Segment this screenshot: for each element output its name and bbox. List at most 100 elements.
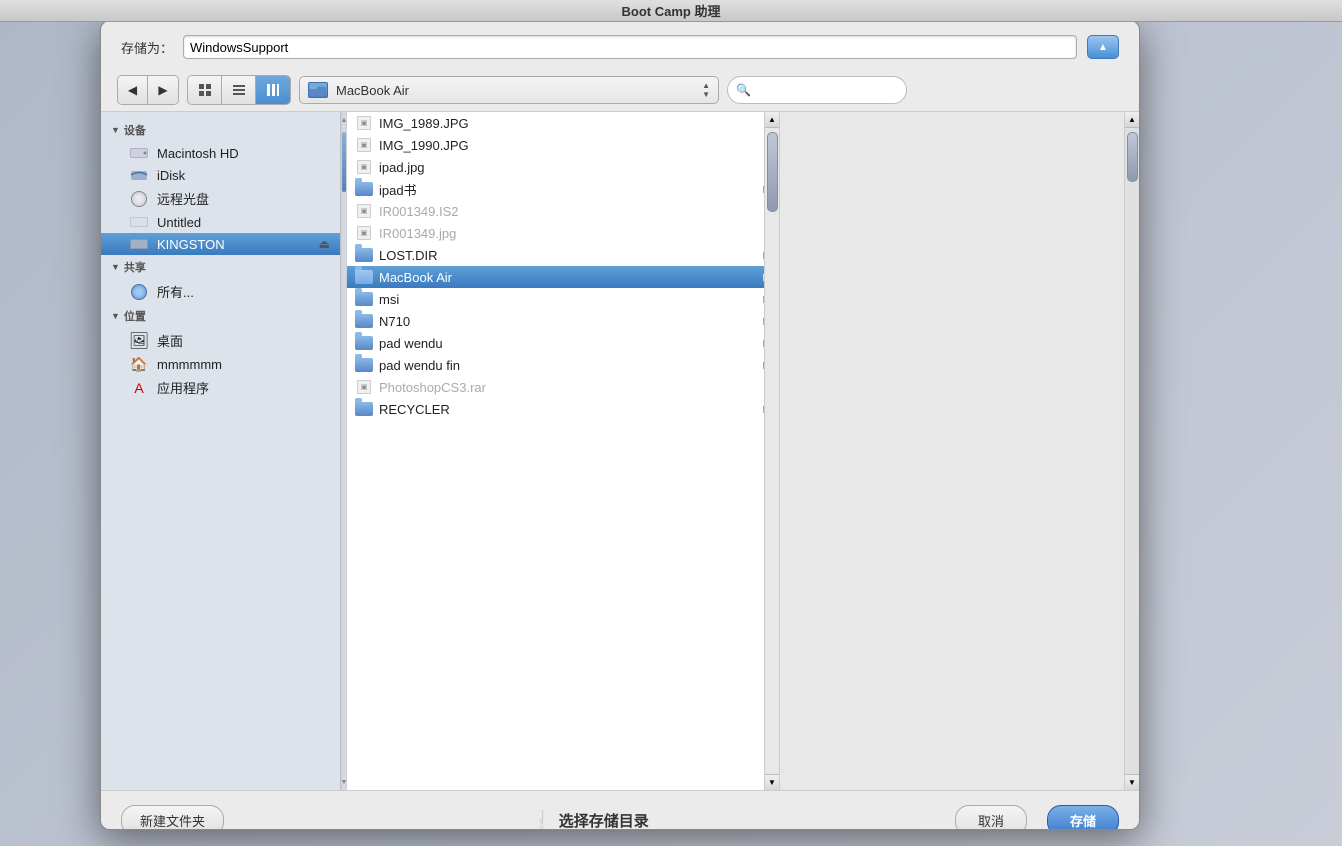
file-list-scrollbar: ▲ ▼ <box>764 112 779 790</box>
scroll-up-button[interactable]: ▲ <box>765 112 780 128</box>
expand-button[interactable]: ▲ <box>1087 35 1119 59</box>
icon-view-button[interactable] <box>188 76 222 104</box>
sidebar-item-apps-label: 应用程序 <box>157 378 209 397</box>
image-icon: ▣ <box>355 226 373 240</box>
scroll-thumb[interactable] <box>767 132 778 212</box>
sidebar-scroll-thumb[interactable] <box>342 132 346 192</box>
right-scroll-thumb[interactable] <box>1127 132 1138 182</box>
file-item-photoshop-rar[interactable]: ▣ PhotoshopCS3.rar <box>347 376 779 398</box>
app-title: Boot Camp 助理 <box>622 1 721 20</box>
right-scroll-down[interactable]: ▼ <box>1125 774 1140 790</box>
navigation-buttons: ◀ ▶ <box>117 75 179 105</box>
file-item-pad-wendu-fin[interactable]: pad wendu fin ▶ <box>347 354 779 376</box>
sidebar-item-idisk-label: iDisk <box>157 168 185 183</box>
file-item-ir001349-is2[interactable]: ▣ IR001349.IS2 <box>347 200 779 222</box>
file-item-ir001349-jpg[interactable]: ▣ IR001349.jpg <box>347 222 779 244</box>
cancel-button[interactable]: 取消 <box>955 805 1027 830</box>
sidebar-item-home[interactable]: 🏠 mmmmmm <box>101 353 340 375</box>
file-name-ir001349-is2: IR001349.IS2 <box>379 204 771 219</box>
file-item-lost-dir[interactable]: LOST.DIR ▶ <box>347 244 779 266</box>
sidebar-item-all[interactable]: 所有... <box>101 279 340 304</box>
file-icon: ▣ <box>355 380 373 394</box>
triangle-icon-devices: ▼ <box>111 125 120 135</box>
file-name-n710: N710 <box>379 314 757 329</box>
save-as-row: 存储为： ▲ <box>101 21 1139 69</box>
new-folder-button[interactable]: 新建文件夹 <box>121 805 224 830</box>
sidebar-section-shared: ▼ 共享 <box>101 255 340 279</box>
sidebar-item-remote-disk[interactable]: 远程光盘 <box>101 186 340 211</box>
search-box[interactable]: 🔍 <box>727 76 907 104</box>
title-bar: Boot Camp 助理 <box>0 0 1342 22</box>
forward-button[interactable]: ▶ <box>148 76 178 104</box>
bottom-bar: 新建文件夹 ❕ 选择存储目录 取消 存储 <box>101 790 1139 830</box>
triangle-icon-shared: ▼ <box>111 262 120 272</box>
sidebar-item-desktop[interactable]: 🖼 桌面 <box>101 328 340 353</box>
sidebar-section-devices-label: 设备 <box>124 122 146 138</box>
folder-icon <box>355 314 373 328</box>
location-arrows-icon: ▲ ▼ <box>702 82 710 99</box>
sidebar-item-untitled-label: Untitled <box>157 215 201 230</box>
file-item-recycler[interactable]: RECYCLER ▶ <box>347 398 779 420</box>
scroll-down-button[interactable]: ▼ <box>765 774 780 790</box>
file-item-img1989[interactable]: ▣ IMG_1989.JPG <box>347 112 779 134</box>
main-content: ▼ 设备 Macintosh HD iDisk 远程光盘 <box>101 112 1139 790</box>
file-item-n710[interactable]: N710 ▶ <box>347 310 779 332</box>
sidebar-item-desktop-label: 桌面 <box>157 331 183 350</box>
warning-message: ❕ 选择存储目录 <box>244 810 935 830</box>
right-panel-scrollbar: ▲ ▼ <box>1124 112 1139 790</box>
file-name-img1989: IMG_1989.JPG <box>379 116 771 131</box>
triangle-icon-places: ▼ <box>111 311 120 321</box>
save-button[interactable]: 存储 <box>1047 805 1119 830</box>
file-name-pad-wendu: pad wendu <box>379 336 757 351</box>
file-name-lost-dir: LOST.DIR <box>379 248 757 263</box>
file-name-ipad-jpg: ipad.jpg <box>379 160 771 175</box>
file-list[interactable]: ▣ IMG_1989.JPG ▣ IMG_1990.JPG ▣ ipad.jpg… <box>347 112 779 790</box>
location-label: MacBook Air <box>336 83 694 98</box>
file-item-msi[interactable]: msi ▶ <box>347 288 779 310</box>
back-button[interactable]: ◀ <box>118 76 148 104</box>
desktop-icon: 🖼 <box>129 333 149 349</box>
column-view-button[interactable] <box>256 76 290 104</box>
file-item-ipad-folder[interactable]: ipad书 ▶ <box>347 178 779 200</box>
right-scroll-up[interactable]: ▲ <box>1125 112 1140 128</box>
hd-icon <box>129 145 149 161</box>
file-item-macbook-air[interactable]: MacBook Air ▶ <box>347 266 779 288</box>
sidebar-section-devices: ▼ 设备 <box>101 118 340 142</box>
file-name-macbook-air: MacBook Air <box>379 270 757 285</box>
save-as-label: 存储为： <box>121 38 173 57</box>
warning-text: 选择存储目录 <box>559 810 649 830</box>
sidebar-section-shared-label: 共享 <box>124 259 146 275</box>
sidebar-item-macintosh-hd[interactable]: Macintosh HD <box>101 142 340 164</box>
file-item-img1990[interactable]: ▣ IMG_1990.JPG <box>347 134 779 156</box>
eject-icon[interactable]: ⏏ <box>319 237 330 251</box>
sidebar-item-kingston[interactable]: KINGSTON ⏏ <box>101 233 340 255</box>
file-name-photoshop-rar: PhotoshopCS3.rar <box>379 380 771 395</box>
image-icon: ▣ <box>355 160 373 174</box>
untitled-drive-icon <box>129 214 149 230</box>
folder-icon <box>355 358 373 372</box>
location-folder-icon <box>308 82 328 98</box>
file-name-ipad-folder: ipad书 <box>379 180 757 199</box>
idisk-icon <box>129 167 149 183</box>
cd-icon <box>129 191 149 207</box>
folder-icon <box>355 182 373 196</box>
home-icon: 🏠 <box>129 356 149 372</box>
sidebar-item-home-label: mmmmmm <box>157 357 222 372</box>
sidebar: ▼ 设备 Macintosh HD iDisk 远程光盘 <box>101 112 341 790</box>
dialog-window: 存储为： ▲ ◀ ▶ <box>100 20 1140 830</box>
file-name-img1990: IMG_1990.JPG <box>379 138 771 153</box>
location-dropdown[interactable]: MacBook Air ▲ ▼ <box>299 76 719 104</box>
folder-icon <box>355 292 373 306</box>
list-view-button[interactable] <box>222 76 256 104</box>
sidebar-item-all-label: 所有... <box>157 282 194 301</box>
sidebar-item-remote-disk-label: 远程光盘 <box>157 189 209 208</box>
file-item-pad-wendu[interactable]: pad wendu ▶ <box>347 332 779 354</box>
save-as-input[interactable] <box>183 35 1077 59</box>
sidebar-item-apps[interactable]: A 应用程序 <box>101 375 340 400</box>
apps-icon: A <box>129 380 149 396</box>
file-item-ipad-jpg[interactable]: ▣ ipad.jpg <box>347 156 779 178</box>
globe-icon <box>129 284 149 300</box>
sidebar-item-untitled[interactable]: Untitled <box>101 211 340 233</box>
sidebar-item-idisk[interactable]: iDisk <box>101 164 340 186</box>
search-icon: 🔍 <box>736 83 751 97</box>
